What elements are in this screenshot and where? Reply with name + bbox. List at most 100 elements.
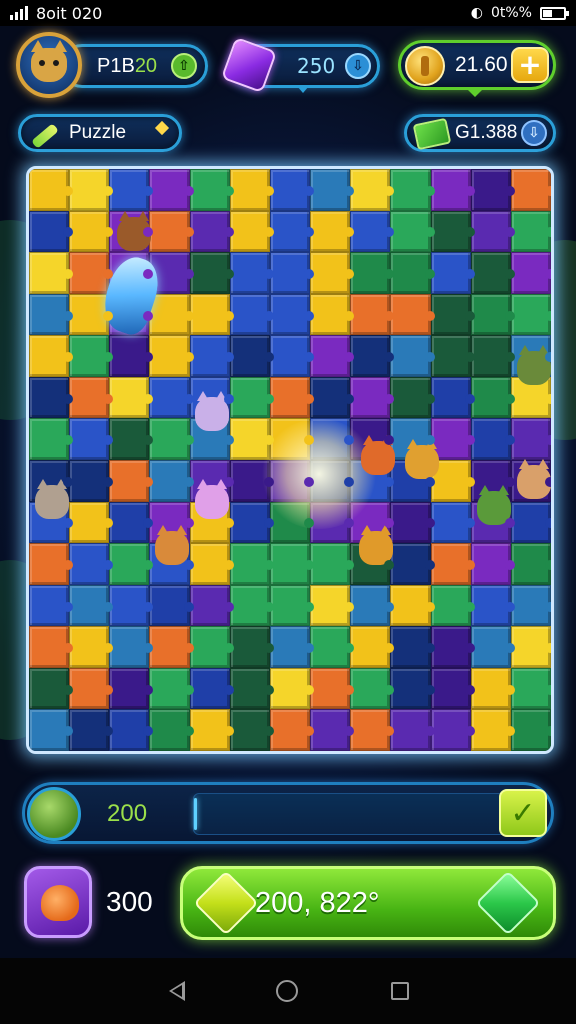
- cash-pill[interactable]: G1.388 ⇩: [404, 114, 556, 152]
- puzzle-piece[interactable]: [470, 543, 516, 585]
- puzzle-piece[interactable]: [29, 293, 74, 336]
- puzzle-piece[interactable]: [109, 376, 154, 419]
- puzzle-piece[interactable]: [229, 418, 275, 460]
- puzzle-piece[interactable]: [350, 210, 395, 253]
- puzzle-piece[interactable]: [229, 293, 275, 336]
- puzzle-piece[interactable]: [149, 418, 194, 460]
- puzzle-piece[interactable]: [29, 335, 74, 377]
- puzzle-piece[interactable]: [350, 169, 395, 211]
- puzzle-piece[interactable]: [229, 709, 275, 751]
- puzzle-piece[interactable]: [510, 169, 551, 211]
- puzzle-piece[interactable]: [109, 709, 154, 751]
- puzzle-piece[interactable]: [189, 418, 234, 460]
- puzzle-piece[interactable]: [149, 543, 194, 585]
- puzzle-piece[interactable]: [430, 335, 475, 377]
- coins-pill[interactable]: 21.60 +: [398, 40, 556, 90]
- avatar[interactable]: [16, 32, 82, 98]
- puzzle-piece[interactable]: [189, 252, 234, 294]
- puzzle-piece[interactable]: [390, 667, 435, 710]
- puzzle-piece[interactable]: [470, 210, 516, 253]
- puzzle-piece[interactable]: [149, 709, 194, 751]
- puzzle-piece[interactable]: [510, 667, 551, 710]
- puzzle-piece[interactable]: [350, 501, 395, 544]
- puzzle-piece[interactable]: [390, 169, 435, 211]
- puzzle-piece[interactable]: [69, 667, 114, 710]
- puzzle-piece[interactable]: [350, 626, 395, 668]
- puzzle-piece[interactable]: [29, 501, 74, 544]
- puzzle-piece[interactable]: [510, 709, 551, 751]
- mode-pill[interactable]: Puzzle: [18, 114, 182, 152]
- puzzle-piece[interactable]: [430, 460, 475, 502]
- puzzle-piece[interactable]: [310, 169, 355, 211]
- puzzle-piece[interactable]: [470, 709, 516, 751]
- recent-apps-icon[interactable]: [391, 982, 410, 1000]
- puzzle-piece[interactable]: [109, 584, 154, 627]
- puzzle-piece[interactable]: [470, 169, 516, 211]
- puzzle-piece[interactable]: [470, 335, 516, 377]
- puzzle-piece[interactable]: [510, 252, 551, 294]
- puzzle-piece[interactable]: [149, 210, 194, 253]
- puzzle-piece[interactable]: [470, 460, 516, 502]
- puzzle-piece[interactable]: [430, 252, 475, 294]
- puzzle-piece[interactable]: [510, 501, 551, 544]
- puzzle-piece[interactable]: [69, 501, 114, 544]
- puzzle-piece[interactable]: [350, 460, 395, 502]
- puzzle-piece[interactable]: [29, 252, 74, 294]
- puzzle-piece[interactable]: [350, 709, 395, 751]
- player-pill[interactable]: P1B20 ⇧: [60, 44, 208, 88]
- puzzle-piece[interactable]: [189, 460, 234, 502]
- puzzle-piece[interactable]: [430, 667, 475, 710]
- puzzle-piece[interactable]: [510, 626, 551, 668]
- puzzle-piece[interactable]: [510, 335, 551, 377]
- puzzle-piece[interactable]: [269, 460, 315, 502]
- puzzle-piece[interactable]: [189, 667, 234, 710]
- puzzle-piece[interactable]: [189, 709, 234, 751]
- puzzle-piece[interactable]: [189, 169, 234, 211]
- puzzle-piece[interactable]: [390, 376, 435, 419]
- puzzle-piece[interactable]: [470, 418, 516, 460]
- puzzle-piece[interactable]: [269, 584, 315, 627]
- puzzle-piece[interactable]: [69, 709, 114, 751]
- puzzle-piece[interactable]: [470, 501, 516, 544]
- puzzle-piece[interactable]: [269, 543, 315, 585]
- puzzle-piece[interactable]: [269, 376, 315, 419]
- puzzle-piece[interactable]: [189, 293, 234, 336]
- puzzle-piece[interactable]: [310, 460, 355, 502]
- puzzle-piece[interactable]: [470, 584, 516, 627]
- puzzle-piece[interactable]: [29, 709, 74, 751]
- puzzle-piece[interactable]: [390, 210, 435, 253]
- puzzle-piece[interactable]: [69, 543, 114, 585]
- puzzle-piece[interactable]: [269, 169, 315, 211]
- puzzle-piece[interactable]: [390, 293, 435, 336]
- puzzle-piece[interactable]: [229, 335, 275, 377]
- puzzle-piece[interactable]: [510, 543, 551, 585]
- puzzle-piece[interactable]: [310, 543, 355, 585]
- puzzle-piece[interactable]: [109, 543, 154, 585]
- puzzle-piece[interactable]: [269, 501, 315, 544]
- puzzle-piece[interactable]: [29, 667, 74, 710]
- puzzle-piece[interactable]: [229, 667, 275, 710]
- puzzle-piece[interactable]: [510, 293, 551, 336]
- puzzle-piece[interactable]: [390, 418, 435, 460]
- puzzle-piece[interactable]: [29, 210, 74, 253]
- puzzle-piece[interactable]: [29, 543, 74, 585]
- puzzle-piece[interactable]: [310, 501, 355, 544]
- puzzle-piece[interactable]: [229, 210, 275, 253]
- puzzle-piece[interactable]: [430, 626, 475, 668]
- puzzle-piece[interactable]: [430, 543, 475, 585]
- puzzle-piece[interactable]: [310, 584, 355, 627]
- puzzle-piece[interactable]: [430, 709, 475, 751]
- puzzle-piece[interactable]: [390, 584, 435, 627]
- puzzle-piece[interactable]: [109, 626, 154, 668]
- puzzle-piece[interactable]: [470, 376, 516, 419]
- puzzle-piece[interactable]: [310, 667, 355, 710]
- puzzle-piece[interactable]: [29, 418, 74, 460]
- puzzle-piece[interactable]: [149, 376, 194, 419]
- puzzle-piece[interactable]: [269, 667, 315, 710]
- puzzle-piece[interactable]: [310, 293, 355, 336]
- puzzle-piece[interactable]: [269, 626, 315, 668]
- fox-badge[interactable]: [24, 866, 92, 938]
- puzzle-piece[interactable]: [189, 584, 234, 627]
- puzzle-piece[interactable]: [350, 293, 395, 336]
- puzzle-piece[interactable]: [510, 376, 551, 419]
